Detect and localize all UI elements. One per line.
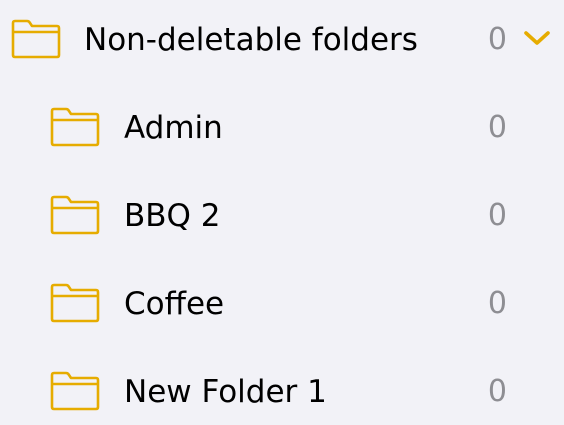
chevron-down-icon[interactable] bbox=[521, 26, 553, 50]
folder-list: Non-deletable folders 0 Admin 0 BBQ 2 0 bbox=[0, 0, 564, 425]
folder-row-non-deletable[interactable]: Non-deletable folders 0 bbox=[0, 0, 564, 84]
folder-label: Non-deletable folders bbox=[84, 22, 418, 58]
folder-count: 0 bbox=[487, 374, 507, 409]
folder-icon bbox=[49, 370, 101, 412]
folder-label: Coffee bbox=[124, 286, 225, 322]
folder-row-bbq-2[interactable]: BBQ 2 0 bbox=[0, 172, 564, 260]
folder-icon bbox=[49, 282, 101, 324]
folder-row-new-folder-1[interactable]: New Folder 1 0 bbox=[0, 348, 564, 425]
folder-icon bbox=[49, 194, 101, 236]
folder-row-coffee[interactable]: Coffee 0 bbox=[0, 260, 564, 348]
folder-count: 0 bbox=[487, 22, 507, 57]
folder-count: 0 bbox=[487, 198, 507, 233]
folder-label: Admin bbox=[124, 110, 223, 146]
folder-row-admin[interactable]: Admin 0 bbox=[0, 84, 564, 172]
folder-icon bbox=[10, 18, 62, 60]
folder-count: 0 bbox=[487, 286, 507, 321]
folder-count: 0 bbox=[487, 110, 507, 145]
folder-icon bbox=[49, 106, 101, 148]
folder-label: BBQ 2 bbox=[124, 198, 221, 234]
folder-label: New Folder 1 bbox=[124, 374, 327, 410]
